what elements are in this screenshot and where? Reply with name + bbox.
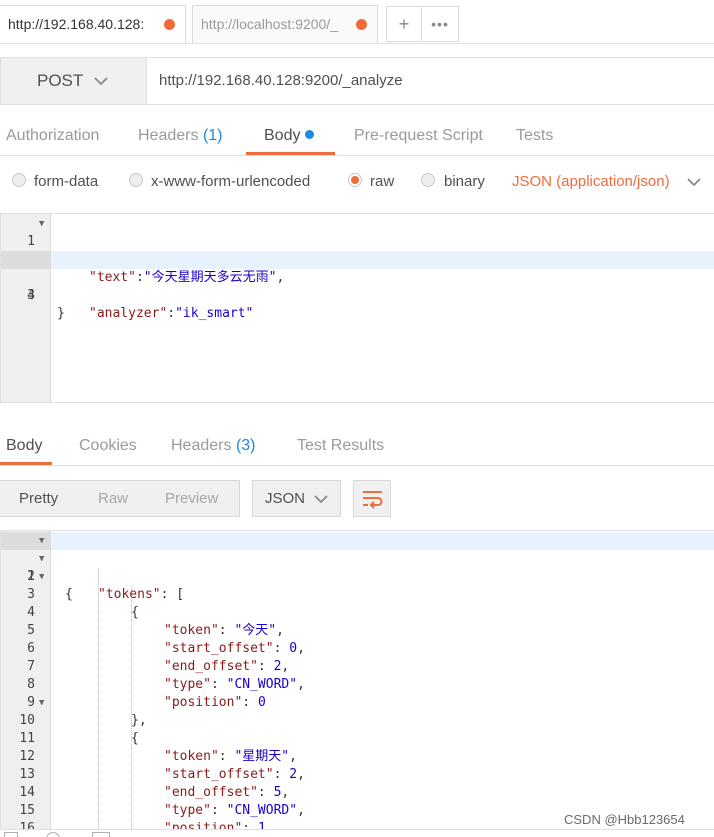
tab-body-label: Body: [264, 127, 301, 144]
view-mode-group: Pretty Raw Preview: [0, 480, 240, 517]
code-line: 9 },: [1, 676, 714, 728]
fold-arrow-icon[interactable]: ▼: [39, 532, 44, 550]
request-tab-2-label: http://localhost:9200/_: [201, 16, 338, 32]
response-tab-headers-label: Headers: [171, 437, 232, 454]
line-number: 4: [27, 288, 35, 303]
response-tab-cookies[interactable]: Cookies: [79, 426, 137, 466]
code-line: 2 ▼ "tokens": [: [1, 550, 714, 602]
unsaved-dot-icon: [356, 19, 367, 30]
code-line: 15 "position": 1: [1, 784, 714, 829]
code-line: 7 "type": "CN_WORD",: [1, 640, 714, 692]
radio-binary[interactable]: [421, 173, 435, 187]
watermark: CSDN @Hbb123654: [564, 812, 685, 827]
code-line: 14 "type": "CN_WORD",: [1, 766, 714, 818]
code-line-active: 3 "analyzer":"ik_smart": [1, 251, 714, 321]
code-line: 2 "text":"今天星期天多云无雨",: [1, 233, 714, 285]
radio-raw[interactable]: [348, 173, 362, 187]
code-line: 5 "start_offset": 0,: [1, 604, 714, 656]
response-format-select[interactable]: JSON: [252, 480, 341, 517]
url-input[interactable]: http://192.168.40.128:9200/_analyze: [159, 58, 403, 104]
json-brace: }: [57, 306, 65, 321]
request-body-editor[interactable]: 1▼ { 2 "text":"今天星期天多云无雨", 3 "analyzer":…: [0, 213, 714, 403]
bottom-status-bar: [0, 828, 714, 837]
code-line: 12 "start_offset": 2,: [1, 730, 714, 782]
radio-urlencoded[interactable]: [129, 173, 143, 187]
content-type-select[interactable]: JSON (application/json): [512, 160, 701, 206]
chevron-down-icon: [687, 178, 701, 187]
code-line: 4 "token": "今天",: [1, 586, 714, 638]
tab-body[interactable]: Body: [264, 118, 315, 156]
response-active-tab-indicator: [0, 462, 52, 465]
tab-headers-label: Headers: [138, 127, 199, 144]
more-tabs-button[interactable]: •••: [421, 6, 459, 42]
code-line: 10 ▼ {: [1, 694, 714, 746]
response-tab-body[interactable]: Body: [6, 426, 42, 466]
body-mode-row: form-data x-www-form-urlencoded raw bina…: [0, 160, 714, 206]
radio-binary-label[interactable]: binary: [444, 160, 485, 206]
code-line: 6 "end_offset": 2,: [1, 622, 714, 674]
code-line: 13 "end_offset": 5,: [1, 748, 714, 800]
wrap-lines-icon: [363, 491, 383, 509]
request-tab-2[interactable]: http://localhost:9200/_: [192, 5, 378, 43]
sidebar-toggle-icon[interactable]: [4, 832, 18, 837]
tab-headers[interactable]: Headers (1): [138, 118, 223, 156]
response-tab-headers-count: (3): [235, 437, 256, 454]
json-string: "ik_smart": [175, 306, 254, 321]
radio-raw-label[interactable]: raw: [370, 160, 394, 206]
tab-authorization[interactable]: Authorization: [6, 118, 99, 156]
url-bar: POST http://192.168.40.128:9200/_analyze: [0, 57, 714, 105]
method-label: POST: [37, 71, 84, 90]
request-tab-1[interactable]: http://192.168.40.128:: [0, 5, 186, 43]
response-format-label: JSON: [265, 490, 306, 507]
method-select[interactable]: POST: [1, 58, 147, 104]
code-line-active: 1 ▼ {: [1, 532, 714, 602]
modified-dot-icon: [305, 130, 315, 139]
search-icon[interactable]: [46, 832, 60, 837]
chevron-down-icon: [94, 77, 108, 86]
request-tab-1-label: http://192.168.40.128:: [8, 16, 145, 32]
pretty-button[interactable]: Pretty: [19, 481, 58, 516]
request-tabs: Authorization Headers (1) Body Pre-reque…: [0, 118, 714, 156]
code-line: 1▼ {: [1, 215, 714, 267]
response-tab-test-results[interactable]: Test Results: [297, 426, 384, 466]
radio-form-data[interactable]: [12, 173, 26, 187]
wrap-lines-button[interactable]: [353, 480, 391, 517]
request-tab-strip: http://192.168.40.128: http://localhost:…: [0, 0, 714, 44]
fold-arrow-icon[interactable]: ▼: [39, 694, 44, 712]
code-line: 3 ▼ {: [1, 568, 714, 620]
preview-button[interactable]: Preview: [165, 481, 218, 516]
unsaved-dot-icon: [164, 19, 175, 30]
tab-headers-count: (1): [202, 127, 223, 144]
content-type-label: JSON (application/json): [512, 173, 670, 190]
raw-button[interactable]: Raw: [98, 481, 128, 516]
fold-arrow-icon[interactable]: ▼: [39, 215, 44, 233]
code-line: 4 }: [1, 269, 714, 321]
fold-arrow-icon[interactable]: ▼: [39, 550, 44, 568]
radio-urlencoded-label[interactable]: x-www-form-urlencoded: [151, 160, 310, 206]
console-icon[interactable]: [92, 832, 110, 837]
code-line: 11 "token": "星期天",: [1, 712, 714, 764]
response-tab-headers[interactable]: Headers (3): [171, 426, 256, 466]
new-tab-button[interactable]: +: [386, 6, 422, 42]
json-key: "analyzer": [89, 306, 168, 321]
fold-arrow-icon[interactable]: ▼: [39, 568, 44, 586]
tab-tests[interactable]: Tests: [516, 118, 553, 156]
code-line: 8 "position": 0: [1, 658, 714, 710]
radio-form-data-label[interactable]: form-data: [34, 160, 98, 206]
chevron-down-icon: [314, 495, 328, 504]
active-tab-indicator: [246, 152, 335, 155]
tab-pre-request-script[interactable]: Pre-request Script: [354, 118, 483, 156]
response-tabs: Body Cookies Headers (3) Test Results: [0, 426, 714, 466]
response-body-viewer[interactable]: 1 ▼ { 2 ▼ "tokens": [ 3 ▼ { 4 "token": "今天"…: [0, 530, 714, 830]
